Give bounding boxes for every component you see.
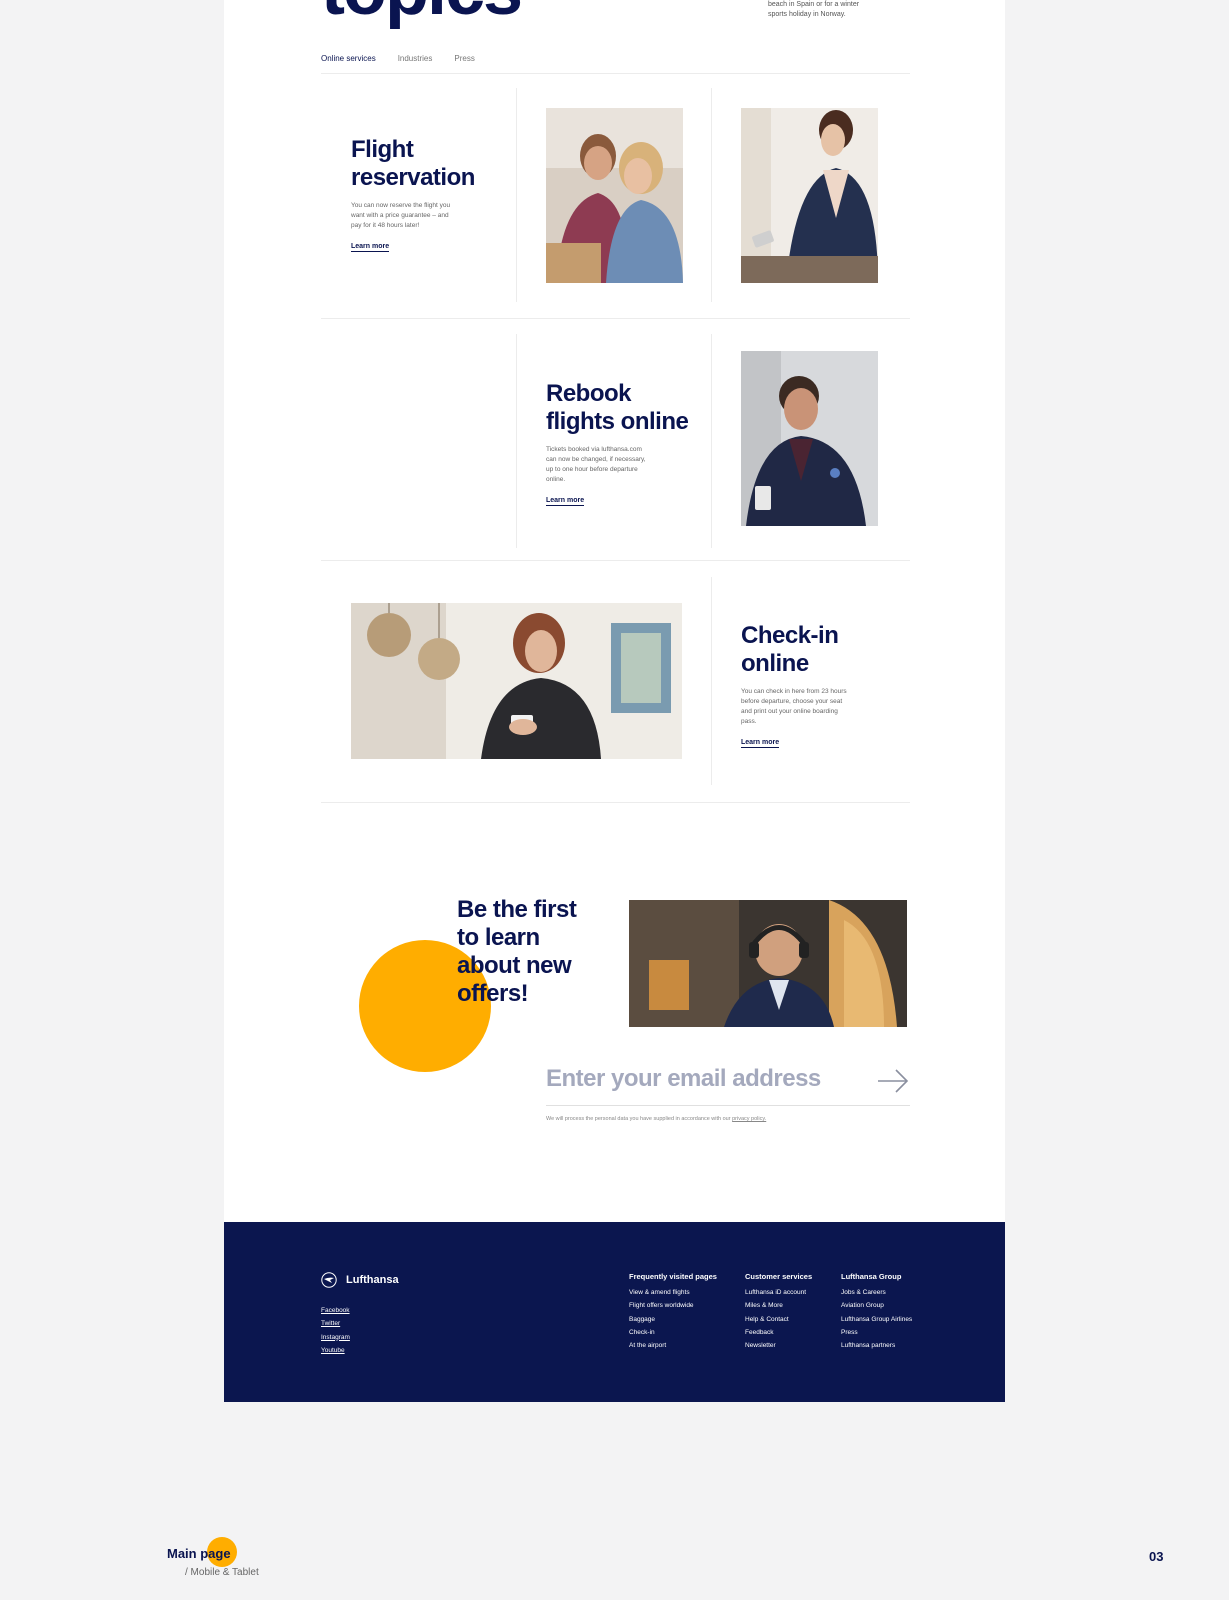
footer-link[interactable]: Lufthansa partners (841, 1339, 912, 1352)
footer-link[interactable]: Press (841, 1326, 912, 1339)
divider (321, 73, 910, 74)
slide-title: Main page (167, 1546, 231, 1561)
divider (516, 334, 517, 548)
card-title: Check-in online (741, 622, 839, 677)
arrow-right-icon[interactable] (876, 1068, 910, 1094)
page-number: 03 (1149, 1549, 1164, 1564)
tab-press[interactable]: Press (454, 54, 474, 63)
email-field[interactable] (546, 1064, 886, 1094)
divider (516, 88, 517, 302)
footer-link[interactable]: Newsletter (745, 1339, 812, 1352)
footer-link[interactable]: Lufthansa Group Airlines (841, 1313, 912, 1326)
privacy-policy-link[interactable]: privacy policy. (732, 1116, 766, 1122)
lufthansa-crane-logo-icon (321, 1272, 337, 1288)
footer-link[interactable]: Feedback (745, 1326, 812, 1339)
section-title: topics (321, 0, 523, 26)
footer-column-group: Lufthansa Group Jobs & Careers Aviation … (841, 1272, 912, 1352)
card-description: Tickets booked via lufthansa.com can now… (546, 446, 646, 483)
learn-more-link[interactable]: Learn more (546, 497, 585, 506)
card-description: You can check in here from 23 hours befo… (741, 688, 847, 725)
learn-more-link[interactable]: Learn more (741, 739, 780, 748)
brand-name: Lufthansa (346, 1274, 399, 1286)
footer-link[interactable]: At the airport (629, 1339, 717, 1352)
social-links: Facebook Twitter Instagram Youtube (321, 1304, 350, 1357)
footer-link[interactable]: Flight offers worldwide (629, 1299, 717, 1312)
card-title: Flight reservation (351, 136, 475, 191)
footer-column-title: Lufthansa Group (841, 1272, 902, 1281)
privacy-text: We will process the personal data you ha… (546, 1116, 731, 1122)
newsletter-title: Be the first to learn about new offers! (457, 896, 577, 1007)
card-description: You can now reserve the flight you want … (351, 202, 451, 229)
twitter-link[interactable]: Twitter (321, 1317, 350, 1330)
footer-link[interactable]: Help & Contact (745, 1313, 812, 1326)
footer-link[interactable]: Miles & More (745, 1299, 812, 1312)
email-underline (546, 1105, 910, 1106)
tab-industries[interactable]: Industries (398, 54, 433, 63)
footer-link[interactable]: Check-in (629, 1326, 717, 1339)
footer-link[interactable]: Jobs & Careers (841, 1286, 912, 1299)
site-footer: Lufthansa Facebook Twitter Instagram You… (224, 1222, 1005, 1402)
footer-column-frequent: Frequently visited pages View & amend fl… (629, 1272, 717, 1352)
facebook-link[interactable]: Facebook (321, 1304, 350, 1317)
page-canvas: topics beach in Spain or for a winter sp… (224, 0, 1005, 1402)
tab-online-services[interactable]: Online services (321, 54, 376, 63)
footer-link[interactable]: View & amend flights (629, 1286, 717, 1299)
businesswoman-phone-photo (741, 108, 878, 283)
footer-column-title: Customer services (745, 1272, 813, 1281)
card-check-in: Check-in online You can check in here fr… (741, 622, 891, 749)
card-title: Rebook flights online (546, 380, 689, 435)
footer-column-title: Frequently visited pages (629, 1272, 717, 1281)
learn-more-link[interactable]: Learn more (351, 243, 390, 252)
instagram-link[interactable]: Instagram (321, 1331, 350, 1344)
card-rebook-flights: Rebook flights online Tickets booked via… (546, 380, 696, 507)
divider (711, 577, 712, 785)
slide-subtitle: / Mobile & Tablet (185, 1567, 259, 1578)
couple-laptop-photo (546, 108, 683, 283)
youtube-link[interactable]: Youtube (321, 1344, 350, 1357)
woman-phone-lounge-photo (351, 603, 682, 759)
businessman-phone-photo (741, 351, 878, 526)
divider (321, 560, 910, 561)
card-flight-reservation: Flight reservation You can now reserve t… (351, 136, 501, 253)
privacy-notice: We will process the personal data you ha… (546, 1116, 766, 1122)
footer-link[interactable]: Aviation Group (841, 1299, 912, 1312)
footer-column-customer: Customer services Lufthansa iD account M… (745, 1272, 812, 1352)
hero-description: beach in Spain or for a winter sports ho… (768, 1, 860, 18)
man-headphones-photo (629, 900, 907, 1027)
divider (321, 318, 910, 319)
topic-tabs: Online services Industries Press (321, 54, 475, 63)
divider (321, 802, 910, 803)
footer-link[interactable]: Baggage (629, 1313, 717, 1326)
footer-link[interactable]: Lufthansa iD account (745, 1286, 812, 1299)
divider (711, 88, 712, 302)
divider (711, 334, 712, 548)
footer-brand: Lufthansa (321, 1272, 399, 1288)
